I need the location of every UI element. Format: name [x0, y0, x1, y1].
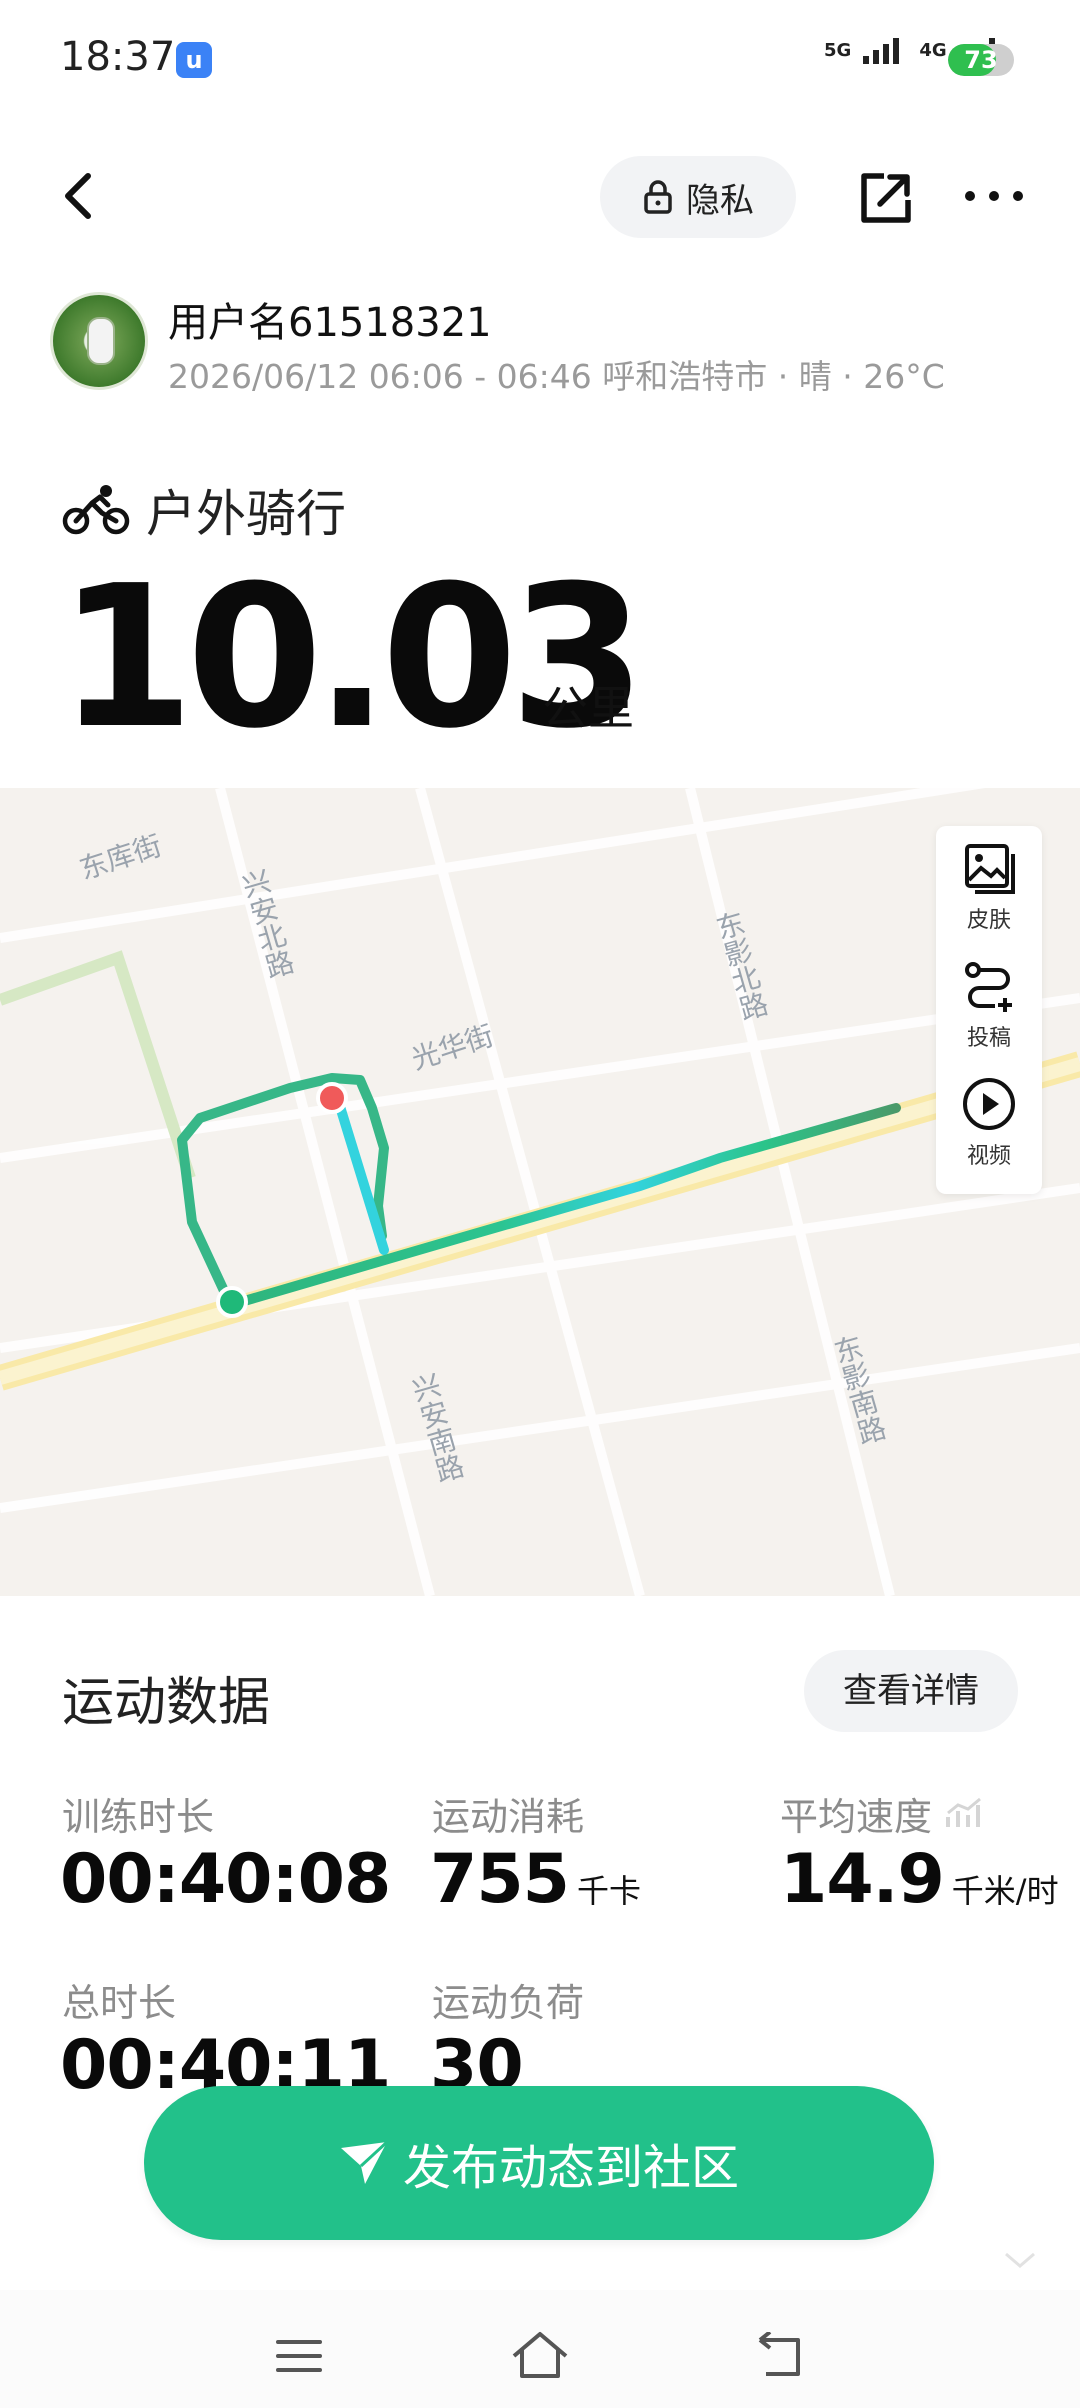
status-time: 18:37 [60, 34, 176, 80]
battery-icon: 73 [948, 44, 1014, 76]
activity-type-label: 户外骑行 [146, 485, 346, 543]
video-label: 视频 [966, 1144, 1011, 1169]
load-label: 运动负荷 [432, 1981, 585, 2025]
back-arrow-icon [65, 173, 91, 219]
cycling-icon [62, 485, 130, 535]
calories-value: 755 [430, 1840, 570, 1919]
share-icon [861, 173, 911, 223]
calories-label: 运动消耗 [432, 1795, 585, 1839]
privacy-label: 隐私 [686, 180, 754, 221]
calories-block: 755 千卡 [430, 1840, 641, 1919]
more-button[interactable] [962, 184, 1026, 214]
activity-type: 户外骑行 [62, 474, 346, 546]
skin-label: 皮肤 [966, 908, 1011, 933]
calories-unit: 千卡 [576, 1872, 641, 1910]
back-nav-button[interactable] [754, 2330, 806, 2380]
total-time-label: 总时长 [62, 1981, 177, 2025]
publish-to-community-button[interactable]: 发布动态到社区 [144, 2086, 934, 2240]
back-button[interactable] [52, 166, 112, 226]
collapse-chevron-icon [1002, 2250, 1038, 2270]
train-time-label: 训练时长 [62, 1795, 215, 1839]
activity-meta: 2026/06/12 06:06 - 06:46 呼和浩特市 · 晴 · 26°… [168, 357, 945, 396]
home-icon [512, 2332, 568, 2378]
username: 用户名61518321 [168, 300, 492, 346]
system-nav-bar [0, 2290, 1080, 2408]
avg-speed-header: 平均速度 [780, 1786, 984, 1841]
route-end-marker [316, 1082, 348, 1114]
submit-label: 投稿 [966, 1026, 1011, 1051]
menu-nav-button[interactable] [274, 2336, 324, 2376]
distance-unit: 公里 [542, 681, 634, 735]
section-title: 运动数据 [62, 1673, 271, 1733]
play-icon [963, 1078, 1015, 1130]
train-time-value: 00:40:08 [60, 1840, 391, 1919]
privacy-button[interactable]: 隐私 [600, 156, 796, 238]
lock-icon [644, 180, 672, 214]
map-tools-panel: 皮肤 投稿 视频 [936, 826, 1042, 1194]
map-canvas [0, 788, 1080, 1596]
avg-speed-value: 14.9 [780, 1840, 945, 1919]
network-type-4g: 4G [919, 40, 947, 61]
video-button[interactable]: 视频 [936, 1076, 1042, 1170]
publish-label: 发布动态到社区 [402, 2140, 739, 2196]
trend-chart-icon[interactable] [944, 1797, 984, 1831]
network-type-5g: 5G [824, 40, 852, 61]
return-icon [758, 2330, 800, 2376]
share-button[interactable] [856, 168, 916, 228]
avg-speed-block: 14.9 千米/时 [780, 1840, 1059, 1919]
menu-icon [276, 2340, 322, 2372]
route-map[interactable]: 东库街 兴安北路 光华街 东影北路 兴安南路 东影南路 慢 快 [0, 788, 1080, 1596]
image-icon [965, 844, 1015, 894]
route-icon [965, 962, 1012, 1012]
signal-icon [863, 38, 900, 64]
battery-percent: 73 [964, 46, 998, 74]
skin-button[interactable]: 皮肤 [936, 840, 1042, 934]
avatar[interactable] [50, 292, 148, 390]
avg-speed-unit: 千米/时 [951, 1872, 1059, 1910]
more-dots-icon [965, 191, 1023, 201]
home-nav-button[interactable] [510, 2330, 570, 2380]
view-details-button[interactable]: 查看详情 [804, 1650, 1018, 1732]
notification-app-icon: u [176, 42, 212, 78]
send-icon [340, 2140, 389, 2184]
submit-route-button[interactable]: 投稿 [936, 958, 1042, 1052]
route-start-marker [216, 1286, 248, 1318]
avg-speed-label: 平均速度 [780, 1795, 933, 1839]
